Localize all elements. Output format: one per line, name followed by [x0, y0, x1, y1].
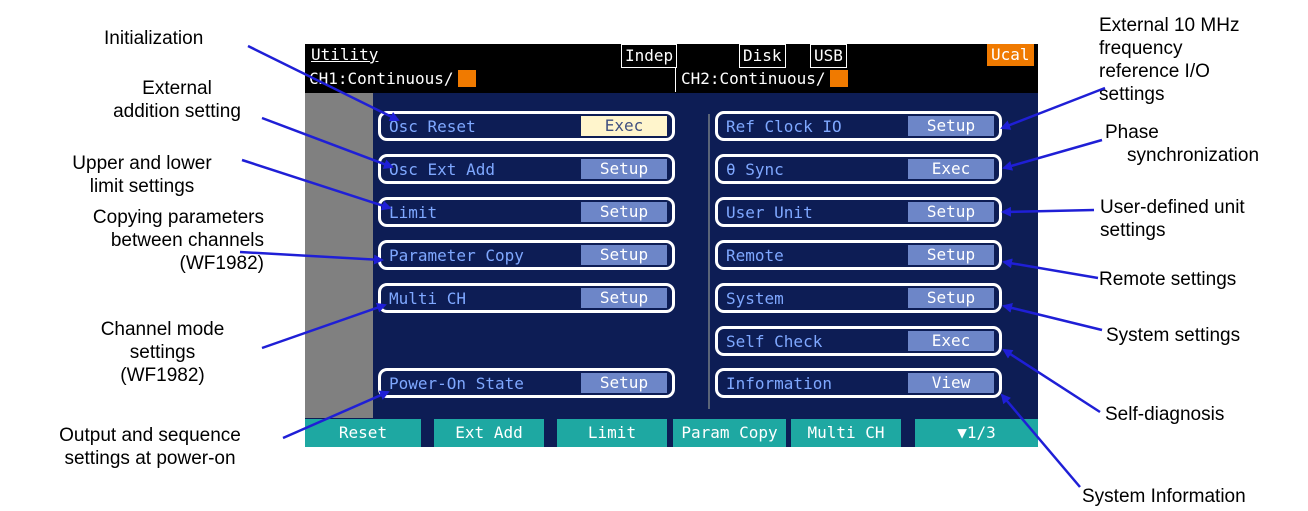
usb-indicator: USB: [810, 44, 847, 68]
annotation-line: addition setting: [113, 101, 241, 122]
instrument-screen: Utility Indep Disk USB Ucal CH1:Continuo…: [305, 44, 1038, 447]
channel-bar: CH1:Continuous/ CH2:Continuous/: [305, 68, 1038, 93]
button-label: Osc Reset: [389, 117, 476, 136]
osc-ext-add-button[interactable]: Osc Ext Add Setup: [378, 154, 675, 184]
annotation-system-info: System Information: [1082, 486, 1246, 507]
annotation-external-addition: External addition setting: [82, 77, 272, 123]
mode-indicator: Indep: [621, 44, 678, 68]
ref-clock-io-button[interactable]: Ref Clock IO Setup: [715, 111, 1002, 141]
button-label: Remote: [726, 246, 784, 265]
setup-button[interactable]: Setup: [581, 159, 667, 179]
status-bar: Utility Indep Disk USB Ucal: [305, 44, 1038, 68]
button-label: Parameter Copy: [389, 246, 524, 265]
annotation-remote: Remote settings: [1099, 269, 1237, 290]
user-unit-button[interactable]: User Unit Setup: [715, 197, 1002, 227]
softkey-limit[interactable]: Limit: [557, 419, 667, 447]
softkey-multi-ch[interactable]: Multi CH: [791, 419, 901, 447]
setup-button[interactable]: Setup: [908, 116, 994, 136]
annotation-limit: Upper and lower limit settings: [22, 152, 262, 198]
column-divider: [708, 114, 710, 409]
exec-button[interactable]: Exec: [581, 116, 667, 136]
annotation-phase: Phase synchronization: [1105, 121, 1259, 167]
setup-button[interactable]: Setup: [581, 373, 667, 393]
setup-button[interactable]: Setup: [908, 245, 994, 265]
annotation-line: Channel mode: [100, 319, 225, 340]
channel-divider: [675, 68, 676, 92]
exec-button[interactable]: Exec: [908, 331, 994, 351]
setup-button[interactable]: Setup: [581, 202, 667, 222]
button-label: User Unit: [726, 203, 813, 222]
button-label: Power-On State: [389, 374, 524, 393]
annotation-line: Output and sequence: [59, 425, 241, 446]
button-label: Information: [726, 374, 832, 393]
ch1-color-marker: [457, 70, 476, 87]
button-label: Limit: [389, 203, 438, 222]
annotation-line: settings at power-on: [64, 448, 236, 469]
remote-button[interactable]: Remote Setup: [715, 240, 1002, 270]
information-button[interactable]: Information View: [715, 368, 1002, 398]
annotation-initialization: Initialization: [104, 28, 204, 49]
theta-sync-button[interactable]: θ Sync Exec: [715, 154, 1002, 184]
button-label: Multi CH: [389, 289, 467, 308]
button-label: θ Sync: [726, 160, 784, 179]
annotation-copy: Copying parameters between channels (WF1…: [4, 206, 264, 275]
annotation-channel-mode: Channel mode settings (WF1982): [70, 318, 255, 387]
ch2-status: CH2:Continuous/: [681, 68, 848, 90]
ch1-status: CH1:Continuous/: [309, 68, 476, 90]
power-on-state-button[interactable]: Power-On State Setup: [378, 368, 675, 398]
softkey-ext-add[interactable]: Ext Add: [434, 419, 544, 447]
annotation-line: Upper and lower: [72, 153, 212, 174]
setup-button[interactable]: Setup: [581, 288, 667, 308]
annotation-line: between channels: [110, 230, 264, 251]
button-label: System: [726, 289, 784, 308]
button-label: Self Check: [726, 332, 823, 351]
annotation-line: reference I/O: [1099, 61, 1210, 82]
annotation-line: External: [142, 78, 212, 99]
annotation-line: frequency: [1099, 38, 1183, 59]
softkey-reset[interactable]: Reset: [305, 419, 421, 447]
annotation-line: synchronization: [1127, 145, 1260, 166]
parameter-copy-button[interactable]: Parameter Copy Setup: [378, 240, 675, 270]
exec-button[interactable]: Exec: [908, 159, 994, 179]
system-button[interactable]: System Setup: [715, 283, 1002, 313]
osc-reset-button[interactable]: Osc Reset Exec: [378, 111, 675, 141]
limit-button[interactable]: Limit Setup: [378, 197, 675, 227]
annotation-line: limit settings: [89, 176, 195, 197]
screen-title: Utility: [311, 45, 379, 64]
annotation-line: (WF1982): [120, 365, 205, 386]
annotation-line: settings: [1100, 220, 1166, 241]
ch1-status-text: CH1:Continuous/: [309, 69, 454, 88]
ch2-color-marker: [829, 70, 848, 87]
multi-ch-button[interactable]: Multi CH Setup: [378, 283, 675, 313]
view-button[interactable]: View: [908, 373, 994, 393]
annotation-ref-clock: External 10 MHz frequency reference I/O …: [1099, 14, 1239, 106]
annotation-line: (WF1982): [179, 253, 264, 274]
annotation-line: User-defined unit: [1100, 197, 1245, 218]
button-label: Osc Ext Add: [389, 160, 495, 179]
setup-button[interactable]: Setup: [908, 202, 994, 222]
ch2-status-text: CH2:Continuous/: [681, 69, 826, 88]
annotation-power-on: Output and sequence settings at power-on: [20, 424, 280, 470]
disk-indicator: Disk: [739, 44, 786, 68]
softkey-next-page[interactable]: ▼1/3: [915, 419, 1038, 447]
annotation-line: Copying parameters: [92, 207, 264, 228]
annotation-line: External 10 MHz: [1099, 15, 1240, 36]
softkey-param-copy[interactable]: Param Copy: [673, 419, 786, 447]
setup-button[interactable]: Setup: [581, 245, 667, 265]
annotation-system: System settings: [1106, 325, 1241, 346]
annotation-line: Phase: [1105, 122, 1159, 143]
annotation-user-unit: User-defined unit settings: [1100, 196, 1245, 242]
annotation-self-diag: Self-diagnosis: [1105, 404, 1225, 425]
annotation-line: settings: [1099, 84, 1165, 105]
self-check-button[interactable]: Self Check Exec: [715, 326, 1002, 356]
annotation-line: settings: [129, 342, 196, 363]
ucal-indicator: Ucal: [987, 44, 1034, 66]
setup-button[interactable]: Setup: [908, 288, 994, 308]
softkey-bar: Reset Ext Add Limit Param Copy Multi CH …: [305, 418, 1038, 447]
button-label: Ref Clock IO: [726, 117, 842, 136]
left-panel: [305, 93, 373, 418]
